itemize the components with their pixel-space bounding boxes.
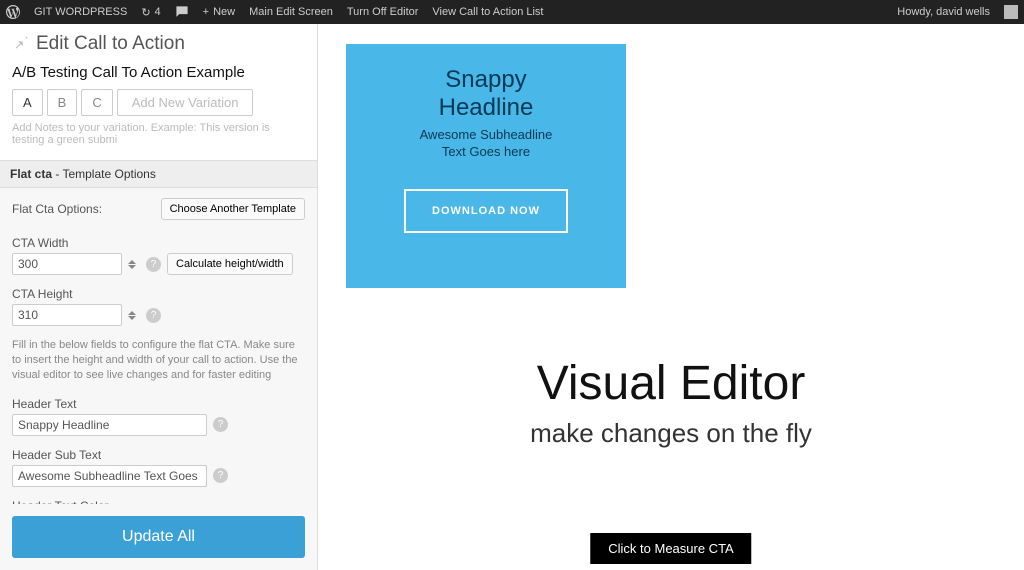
sub-text-input[interactable]: [12, 465, 207, 487]
refresh-icon: ↻: [141, 6, 150, 19]
cta-height-label: CTA Height: [12, 287, 305, 301]
plus-icon: +: [203, 6, 209, 18]
header-text-input[interactable]: [12, 414, 207, 436]
variation-tabs: A B C Add New Variation: [12, 89, 305, 116]
template-options-heading: Flat cta - Template Options: [0, 160, 317, 188]
updates-link[interactable]: ↻ 4: [141, 6, 160, 19]
site-name[interactable]: GIT WORDPRESS: [34, 6, 127, 18]
cta-width-label: CTA Width: [12, 236, 305, 250]
template-description: Fill in the below fields to configure th…: [0, 332, 317, 391]
help-icon[interactable]: [146, 257, 161, 272]
adminbar-link-view-list[interactable]: View Call to Action List: [432, 6, 543, 18]
width-stepper[interactable]: [128, 260, 140, 269]
sub-text-label: Header Sub Text: [12, 448, 305, 462]
flat-cta-options-label: Flat Cta Options:: [12, 202, 102, 216]
wp-admin-bar: GIT WORDPRESS ↻ 4 + New Main Edit Screen…: [0, 0, 1024, 24]
height-stepper[interactable]: [128, 311, 140, 320]
cta-subheadline[interactable]: Awesome Subheadline Text Goes here: [420, 127, 553, 161]
help-icon[interactable]: [146, 308, 161, 323]
tab-a[interactable]: A: [12, 89, 43, 116]
cta-title: A/B Testing Call To Action Example: [12, 64, 305, 81]
update-all-button[interactable]: Update All: [12, 516, 305, 558]
variation-notes-placeholder[interactable]: Add Notes to your variation. Example: Th…: [12, 122, 305, 154]
avatar[interactable]: [1004, 5, 1018, 19]
overlay-subtitle: make changes on the fly: [318, 418, 1024, 449]
help-icon[interactable]: [213, 417, 228, 432]
wordpress-logo-icon[interactable]: [6, 5, 20, 19]
measure-cta-button[interactable]: Click to Measure CTA: [590, 533, 751, 564]
add-variation-button[interactable]: Add New Variation: [117, 89, 254, 116]
editor-sidebar: Edit Call to Action A/B Testing Call To …: [0, 24, 318, 570]
calculate-button[interactable]: Calculate height/width: [167, 253, 293, 275]
pin-icon: [12, 32, 30, 56]
page-title: Edit Call to Action: [36, 33, 185, 55]
greeting[interactable]: Howdy, david wells: [897, 6, 990, 18]
comments-icon[interactable]: [175, 5, 189, 19]
adminbar-link-turn-off[interactable]: Turn Off Editor: [347, 6, 419, 18]
help-icon[interactable]: [213, 468, 228, 483]
updates-count: 4: [155, 6, 161, 18]
choose-template-button[interactable]: Choose Another Template: [161, 198, 305, 220]
overlay-title: Visual Editor: [318, 356, 1024, 411]
new-content[interactable]: + New: [203, 6, 235, 18]
tab-c[interactable]: C: [81, 89, 112, 116]
cta-preview: Snappy Headline Awesome Subheadline Text…: [346, 44, 626, 288]
header-text-label: Header Text: [12, 397, 305, 411]
cta-headline[interactable]: Snappy Headline: [439, 66, 534, 121]
cta-height-input[interactable]: [12, 304, 122, 326]
cta-download-button[interactable]: DOWNLOAD NOW: [404, 189, 568, 233]
preview-area: Snappy Headline Awesome Subheadline Text…: [318, 24, 1024, 570]
new-label: New: [213, 6, 235, 18]
adminbar-link-main-edit[interactable]: Main Edit Screen: [249, 6, 333, 18]
cta-width-input[interactable]: [12, 253, 122, 275]
tab-b[interactable]: B: [47, 89, 78, 116]
